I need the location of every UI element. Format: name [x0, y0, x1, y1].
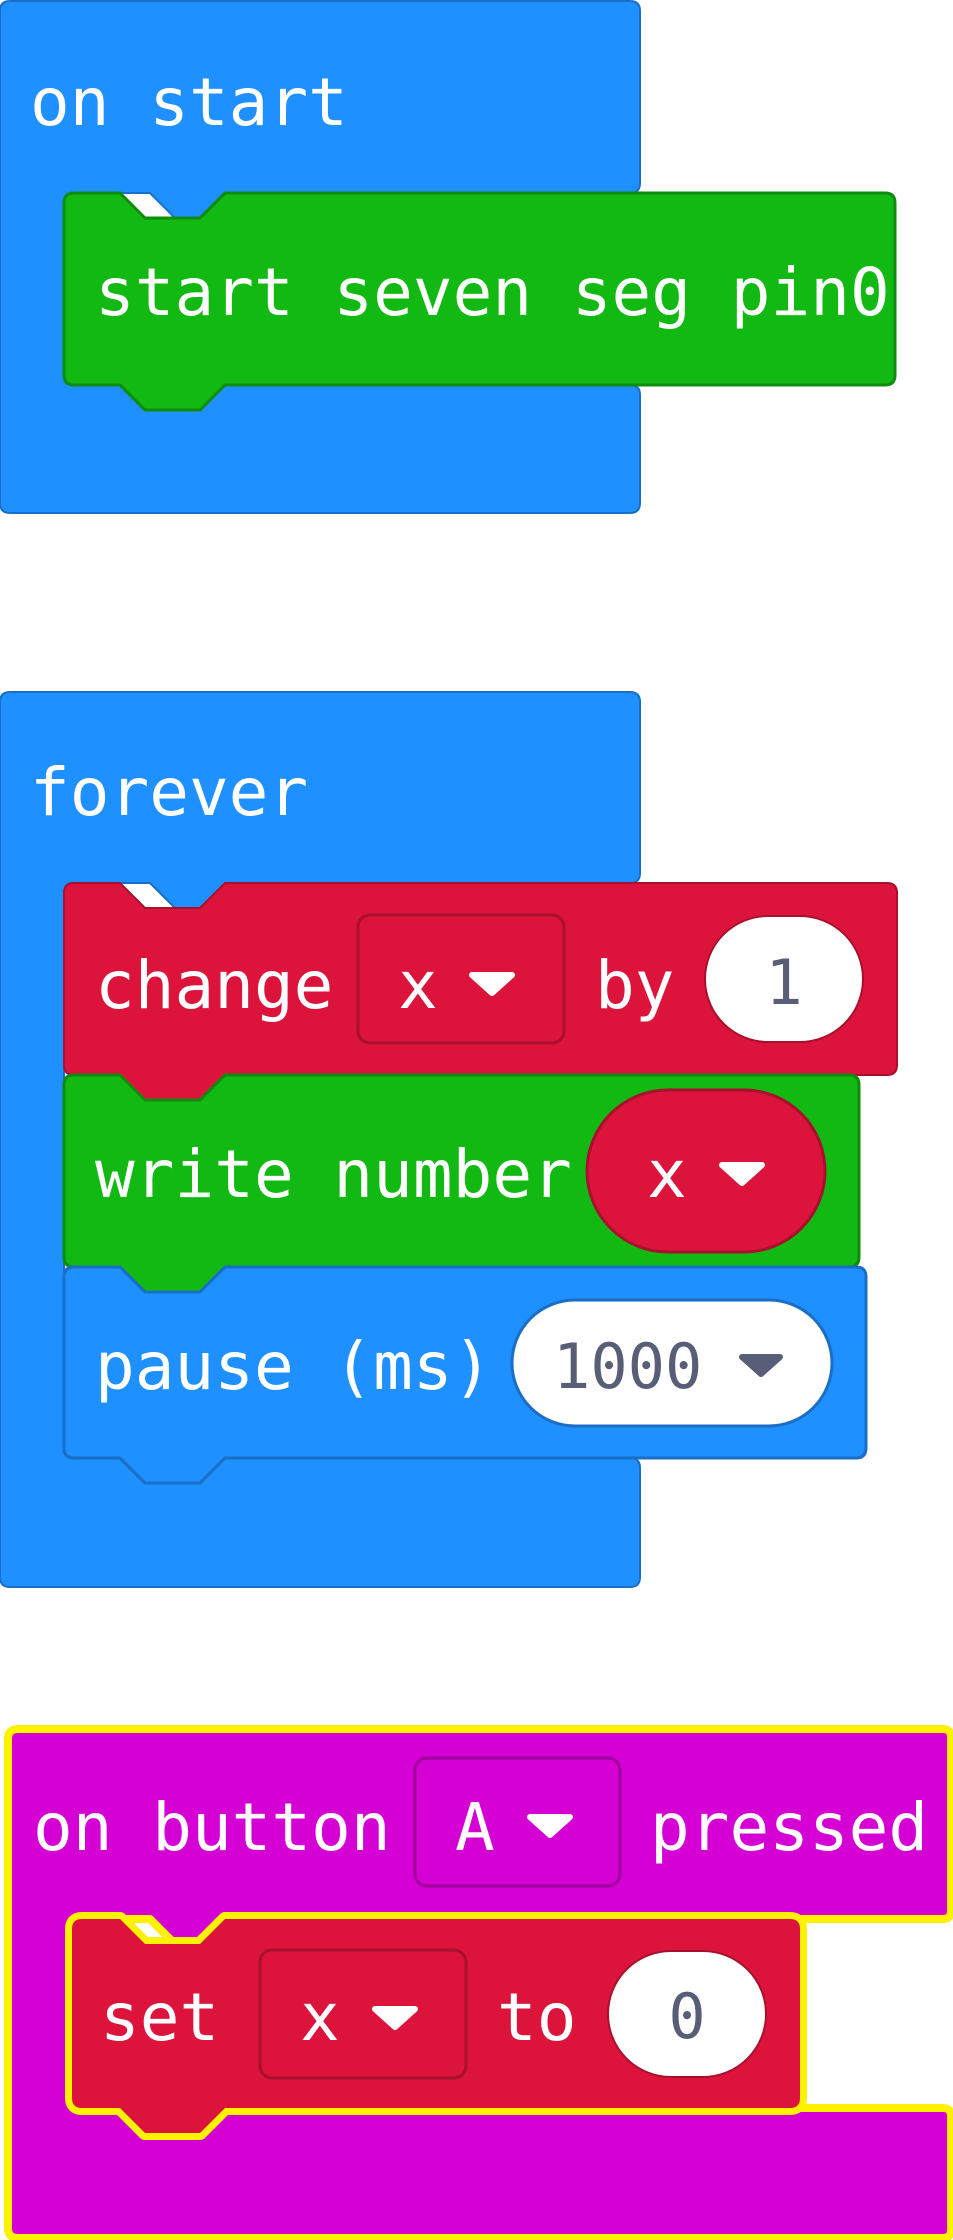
write-number-variable-reporter[interactable]: x	[585, 1088, 827, 1254]
pause-duration-value: 1000	[553, 1330, 702, 1403]
set-value: 0	[668, 1980, 705, 2053]
set-variable-dropdown[interactable]: x	[258, 1948, 468, 2080]
set-variable-block[interactable]: set x to 0	[65, 1912, 807, 2140]
on-start-label: on start	[30, 64, 348, 141]
pause-duration-dropdown[interactable]: 1000	[510, 1298, 834, 1428]
change-variable-name: x	[398, 947, 438, 1024]
write-number-block[interactable]: write number x	[62, 1073, 861, 1294]
blocks-workspace: on start start seven seg pin0 forever ch…	[0, 0, 953, 2240]
change-variable-block[interactable]: change x by 1	[63, 882, 898, 1101]
set-value-input[interactable]: 0	[607, 1950, 767, 2078]
write-number-variable-name: x	[647, 1136, 687, 1213]
start-seven-seg-label: start seven seg pin0	[95, 254, 890, 331]
pause-block[interactable]: pause (ms) 1000	[62, 1265, 868, 1485]
change-variable-dropdown-frame	[356, 913, 566, 1045]
write-number-variable-reporter-frame	[585, 1088, 827, 1254]
on-button-pressed-block[interactable]: on button A pressed set x to 0	[4, 1725, 953, 2240]
forever-label: forever	[30, 754, 308, 831]
on-start-block[interactable]: on start start seven seg pin0	[0, 0, 897, 514]
set-variable-dropdown-frame	[258, 1948, 468, 2080]
forever-block[interactable]: forever change x by 1 write number x pau…	[0, 691, 898, 1588]
write-number-label: write number	[95, 1136, 572, 1213]
change-amount-input[interactable]: 1	[704, 915, 864, 1043]
button-selector-dropdown-frame	[413, 1756, 622, 1888]
change-variable-dropdown[interactable]: x	[356, 913, 566, 1045]
button-selector-dropdown[interactable]: A	[413, 1756, 622, 1888]
on-button-label: on button	[33, 1789, 391, 1866]
start-seven-seg-block[interactable]: start seven seg pin0	[62, 191, 897, 412]
change-label: change	[95, 947, 333, 1024]
pause-label: pause (ms)	[95, 1328, 492, 1405]
set-to-label: to	[497, 1979, 576, 2056]
button-selector-value: A	[455, 1789, 495, 1866]
change-amount-value: 1	[765, 946, 802, 1019]
change-by-label: by	[595, 947, 674, 1024]
set-variable-name: x	[300, 1979, 340, 2056]
set-label: set	[100, 1979, 219, 2056]
pressed-label: pressed	[650, 1789, 928, 1866]
